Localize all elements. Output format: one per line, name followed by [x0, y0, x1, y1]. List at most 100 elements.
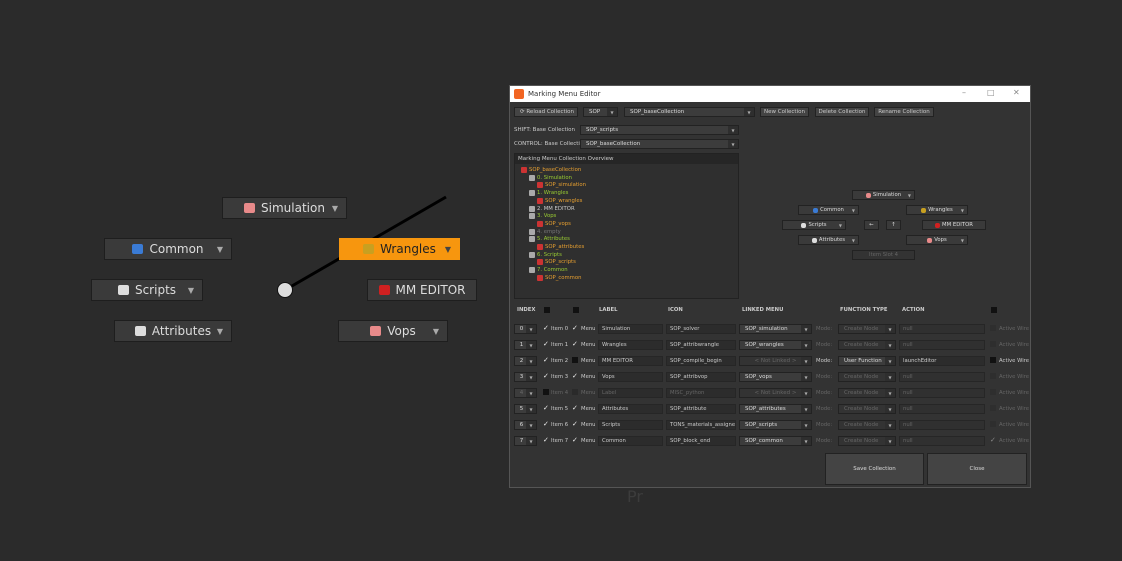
tree-item[interactable]: SOP_attributes [537, 244, 584, 250]
function-type-select[interactable]: Create Node ▼ [838, 324, 896, 334]
menu-enabled-checkbox[interactable]: ✓ [572, 421, 578, 428]
item-enabled-checkbox[interactable] [543, 389, 549, 395]
maximize-icon[interactable]: □ [987, 88, 995, 97]
preview-item[interactable]: Scripts ▼ [782, 220, 846, 230]
preview-item[interactable]: Attributes ▼ [798, 235, 859, 245]
item-enabled-checkbox[interactable]: ✓ [543, 341, 549, 348]
function-type-select[interactable]: Create Node ▼ [838, 388, 896, 398]
marking-menu-item-simulation[interactable]: Simulation ▼ [222, 197, 347, 219]
marking-menu-item-wrangles[interactable]: Wrangles ▼ [339, 238, 460, 260]
action-input[interactable]: null [899, 436, 985, 446]
icon-input[interactable]: SOP_solver [666, 324, 736, 334]
index-select[interactable]: 2 ▼ [514, 356, 537, 366]
function-type-select[interactable]: Create Node ▼ [838, 404, 896, 414]
active-wire-checkbox[interactable] [990, 421, 996, 427]
icon-input[interactable]: TONS_materials_assigned [666, 420, 736, 430]
toggle-all-wires-checkbox[interactable] [991, 307, 997, 313]
collection-select[interactable]: SOP_baseCollection ▼ [624, 107, 755, 117]
context-select[interactable]: SOP ▼ [583, 107, 618, 117]
item-enabled-checkbox[interactable]: ✓ [543, 437, 549, 444]
menu-enabled-checkbox[interactable]: ✓ [572, 373, 578, 380]
tree-item[interactable]: 7. Common [529, 267, 568, 274]
active-wire-checkbox[interactable] [990, 325, 996, 331]
action-input[interactable]: launchEditor [899, 356, 985, 366]
tree-item[interactable]: SOP_common [537, 274, 581, 281]
item-enabled-checkbox[interactable]: ✓ [543, 405, 549, 412]
label-input[interactable]: Label [598, 388, 663, 398]
index-select[interactable]: 1 ▼ [514, 340, 537, 350]
icon-input[interactable]: SOP_attribvop [666, 372, 736, 382]
tree-item[interactable]: 3. Vops [529, 213, 556, 220]
linked-menu-select[interactable]: < Not Linked > ▼ [739, 388, 812, 398]
tree-item[interactable]: SOP_wrangles [537, 197, 582, 204]
item-enabled-checkbox[interactable]: ✓ [543, 325, 549, 332]
item-enabled-checkbox[interactable]: ✓ [543, 421, 549, 428]
rename-collection-button[interactable]: Rename Collection [874, 107, 934, 117]
menu-enabled-checkbox[interactable]: ✓ [572, 341, 578, 348]
icon-input[interactable]: SOP_block_end [666, 436, 736, 446]
preview-item[interactable]: MM EDITOR [922, 220, 986, 230]
linked-menu-select[interactable]: SOP_wrangles ▼ [739, 340, 812, 350]
tree-item[interactable]: 5. Attributes [529, 236, 570, 243]
item-enabled-checkbox[interactable]: ✓ [543, 357, 549, 364]
save-collection-button[interactable]: Save Collection [825, 453, 924, 485]
collection-overview-tree[interactable]: Marking Menu Collection Overview SOP_bas… [514, 153, 739, 299]
action-input[interactable]: null [899, 388, 985, 398]
toggle-all-menus-checkbox[interactable] [573, 307, 579, 313]
tree-item[interactable]: 0. Simulation [529, 174, 572, 181]
preview-item[interactable]: Wrangles ▼ [906, 205, 968, 215]
delete-collection-button[interactable]: Delete Collection [815, 107, 869, 117]
function-type-select[interactable]: Create Node ▼ [838, 340, 896, 350]
minimize-icon[interactable]: – [962, 88, 966, 97]
linked-menu-select[interactable]: < Not Linked > ▼ [739, 356, 812, 366]
label-input[interactable]: Wrangles [598, 340, 663, 350]
icon-input[interactable]: SOP_attribute [666, 404, 736, 414]
menu-enabled-checkbox[interactable] [572, 357, 578, 363]
preview-item[interactable]: Common ▼ [798, 205, 859, 215]
shift-collection-select[interactable]: SOP_scripts ▼ [580, 125, 739, 135]
function-type-select[interactable]: Create Node ▼ [838, 372, 896, 382]
active-wire-checkbox[interactable] [990, 389, 996, 395]
close-icon[interactable]: ✕ [1013, 88, 1020, 97]
function-type-select[interactable]: User Function ▼ [838, 356, 896, 366]
menu-enabled-checkbox[interactable]: ✓ [572, 325, 578, 332]
action-input[interactable]: null [899, 324, 985, 334]
label-input[interactable]: Scripts [598, 420, 663, 430]
linked-menu-select[interactable]: SOP_simulation ▼ [739, 324, 812, 334]
tree-item[interactable]: SOP_vops [537, 220, 571, 227]
linked-menu-select[interactable]: SOP_scripts ▼ [739, 420, 812, 430]
marking-menu-item-vops[interactable]: Vops ▼ [338, 320, 448, 342]
tree-item[interactable]: SOP_scripts [537, 259, 576, 266]
tree-item[interactable]: 2. MM EDITOR [529, 205, 575, 212]
control-collection-select[interactable]: SOP_baseCollection ▼ [580, 139, 739, 149]
menu-enabled-checkbox[interactable]: ✓ [572, 405, 578, 412]
preview-item[interactable]: Vops ▼ [906, 235, 968, 245]
tree-item[interactable]: 4. empty [529, 228, 561, 235]
action-input[interactable]: null [899, 372, 985, 382]
tree-item[interactable]: 1. Wrangles [529, 190, 568, 197]
marking-menu-item-mm-editor[interactable]: MM EDITOR [367, 279, 477, 301]
label-input[interactable]: Attributes [598, 404, 663, 414]
marking-menu-item-attributes[interactable]: Attributes ▼ [114, 320, 232, 342]
index-select[interactable]: 4 ▼ [514, 388, 537, 398]
icon-input[interactable]: SOP_compile_begin [666, 356, 736, 366]
action-input[interactable]: null [899, 340, 985, 350]
label-input[interactable]: Vops [598, 372, 663, 382]
icon-input[interactable]: MISC_python [666, 388, 736, 398]
up-button[interactable]: ↑ [886, 220, 901, 230]
index-select[interactable]: 3 ▼ [514, 372, 537, 382]
icon-input[interactable]: SOP_attribwrangle [666, 340, 736, 350]
marking-menu-item-common[interactable]: Common ▼ [104, 238, 232, 260]
tree-item[interactable]: SOP_simulation [537, 182, 586, 189]
action-input[interactable]: null [899, 420, 985, 430]
back-button[interactable]: ← [864, 220, 879, 230]
linked-menu-select[interactable]: SOP_common ▼ [739, 436, 812, 446]
tree-item[interactable]: 6. Scripts [529, 251, 562, 258]
active-wire-checkbox[interactable] [990, 405, 996, 411]
index-select[interactable]: 7 ▼ [514, 436, 537, 446]
active-wire-checkbox[interactable] [990, 373, 996, 379]
marking-menu-item-scripts[interactable]: Scripts ▼ [91, 279, 203, 301]
index-select[interactable]: 5 ▼ [514, 404, 537, 414]
tree-item[interactable]: SOP_baseCollection [521, 167, 581, 173]
linked-menu-select[interactable]: SOP_attributes ▼ [739, 404, 812, 414]
